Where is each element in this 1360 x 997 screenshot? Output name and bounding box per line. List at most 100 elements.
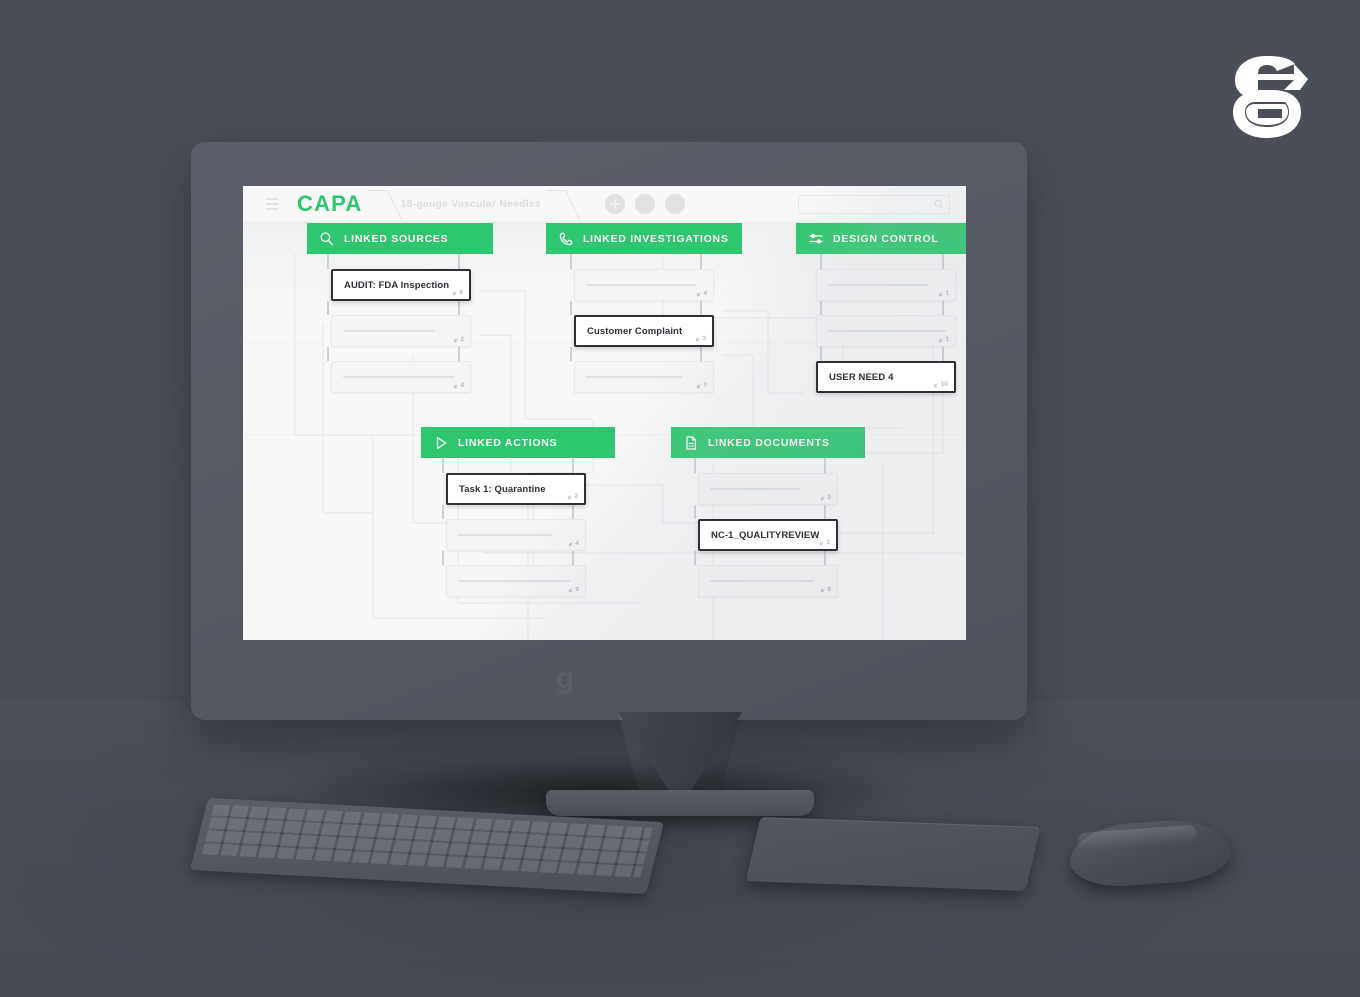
screen: CAPA 18-gauge Vascular Needles LINKED SO…: [243, 186, 966, 640]
link-badge: 3: [695, 335, 706, 342]
g-logo: [1222, 52, 1308, 142]
hamburger-icon[interactable]: [257, 198, 287, 210]
link-badge: 8: [452, 289, 463, 296]
node-title: Customer Complaint: [587, 325, 683, 337]
badge-count: 4: [703, 290, 707, 297]
badge-count: 3: [827, 494, 831, 501]
badge-count: 8: [459, 289, 463, 296]
node-card[interactable]: 2: [331, 315, 471, 347]
group-header-linked-documents[interactable]: LINKED DOCUMENTS: [671, 427, 865, 458]
badge-count: 10: [940, 381, 948, 388]
link-icon: [696, 383, 701, 388]
search-input[interactable]: [804, 199, 934, 209]
badge-count: 1: [945, 336, 949, 343]
search-box[interactable]: [798, 194, 950, 214]
breadcrumb-separator-1: [375, 186, 401, 223]
badge-count: 1: [945, 290, 949, 297]
app-logo[interactable]: CAPA: [297, 191, 363, 217]
diagram-canvas[interactable]: LINKED SOURCES AUDIT: FDA Inspection 8 2: [243, 223, 966, 640]
link-badge: 1: [938, 336, 949, 343]
link-icon: [820, 587, 825, 592]
group-header-linked-investigations[interactable]: LINKED INVESTIGATIONS: [546, 223, 742, 254]
link-badge: 8: [820, 586, 831, 593]
app-header: CAPA 18-gauge Vascular Needles: [243, 186, 966, 223]
search-icon: [934, 199, 944, 209]
badge-count: 8: [827, 586, 831, 593]
link-badge: 3: [819, 539, 830, 546]
group-header-linked-actions[interactable]: LINKED ACTIONS: [421, 427, 615, 458]
monitor-chin-logo: g: [554, 654, 664, 700]
node-placeholder-line: [828, 329, 946, 333]
badge-count: 4: [575, 540, 579, 547]
header-actions: [604, 194, 685, 214]
link-badge: 9: [568, 586, 579, 593]
sliders-icon: [809, 233, 823, 244]
badge-count: 2: [574, 493, 578, 500]
group-header-design-control[interactable]: DESIGN CONTROL: [796, 223, 966, 254]
breadcrumb-separator-2: [553, 186, 579, 223]
link-icon: [567, 494, 572, 499]
node-card[interactable]: 4: [331, 361, 471, 393]
node-card[interactable]: Task 1: Quarantine 2: [446, 473, 586, 505]
node-card[interactable]: 4: [446, 519, 586, 551]
node-title: NC-1_QUALITYREVIEW: [711, 529, 820, 541]
node-placeholder-line: [343, 329, 435, 333]
badge-count: 9: [575, 586, 579, 593]
node-card[interactable]: 3: [698, 473, 838, 505]
badge-count: 3: [702, 335, 706, 342]
phone-icon: [559, 232, 573, 245]
node-title: Task 1: Quarantine: [459, 483, 546, 495]
node-placeholder-line: [586, 283, 696, 287]
group-header-linked-sources[interactable]: LINKED SOURCES: [307, 223, 493, 254]
link-badge: 4: [568, 540, 579, 547]
node-card[interactable]: 7: [574, 361, 714, 393]
node-placeholder-line: [586, 375, 682, 379]
link-icon: [453, 337, 458, 342]
node-card[interactable]: 9: [446, 565, 586, 597]
node-card[interactable]: NC-1_QUALITYREVIEW 3: [698, 519, 838, 551]
node-card[interactable]: USER NEED 4 10: [816, 361, 956, 393]
node-placeholder-line: [458, 533, 552, 537]
node-card[interactable]: 4: [574, 269, 714, 301]
link-icon: [568, 587, 573, 592]
group-title: LINKED SOURCES: [344, 232, 449, 245]
link-badge: 7: [696, 382, 707, 389]
node-placeholder-line: [710, 487, 800, 491]
group-title: LINKED INVESTIGATIONS: [583, 232, 729, 245]
play-icon: [436, 436, 447, 449]
trackpad: [745, 817, 1041, 891]
node-card[interactable]: 1: [816, 269, 956, 301]
node-placeholder-line: [458, 579, 570, 583]
action-circle-2[interactable]: [634, 194, 655, 214]
action-circle-3[interactable]: [664, 194, 685, 214]
link-icon: [819, 540, 824, 545]
node-card[interactable]: 8: [698, 565, 838, 597]
link-icon: [452, 290, 457, 295]
add-button[interactable]: [604, 194, 625, 214]
link-badge: 4: [453, 382, 464, 389]
link-icon: [453, 383, 458, 388]
badge-count: 2: [460, 336, 464, 343]
node-placeholder-line: [343, 375, 455, 379]
node-card[interactable]: Customer Complaint 3: [574, 315, 714, 347]
link-icon: [938, 291, 943, 296]
monitor: CAPA 18-gauge Vascular Needles LINKED SO…: [191, 142, 1027, 720]
node-placeholder-line: [710, 579, 814, 583]
node-card[interactable]: 1: [816, 315, 956, 347]
magnifier-icon: [320, 231, 334, 245]
link-icon: [820, 495, 825, 500]
node-card[interactable]: AUDIT: FDA Inspection 8: [331, 269, 471, 301]
breadcrumb-item[interactable]: 18-gauge Vascular Needles: [401, 198, 541, 210]
link-badge: 2: [453, 336, 464, 343]
node-placeholder-line: [828, 283, 928, 287]
badge-count: 3: [826, 539, 830, 546]
document-icon: [686, 435, 697, 450]
group-title: LINKED DOCUMENTS: [708, 436, 830, 449]
monitor-stand-foot: [546, 790, 814, 816]
badge-count: 7: [703, 382, 707, 389]
link-icon: [568, 541, 573, 546]
link-badge: 10: [933, 381, 948, 388]
link-badge: 3: [820, 494, 831, 501]
node-title: USER NEED 4: [829, 371, 894, 383]
group-title: LINKED ACTIONS: [458, 436, 558, 449]
